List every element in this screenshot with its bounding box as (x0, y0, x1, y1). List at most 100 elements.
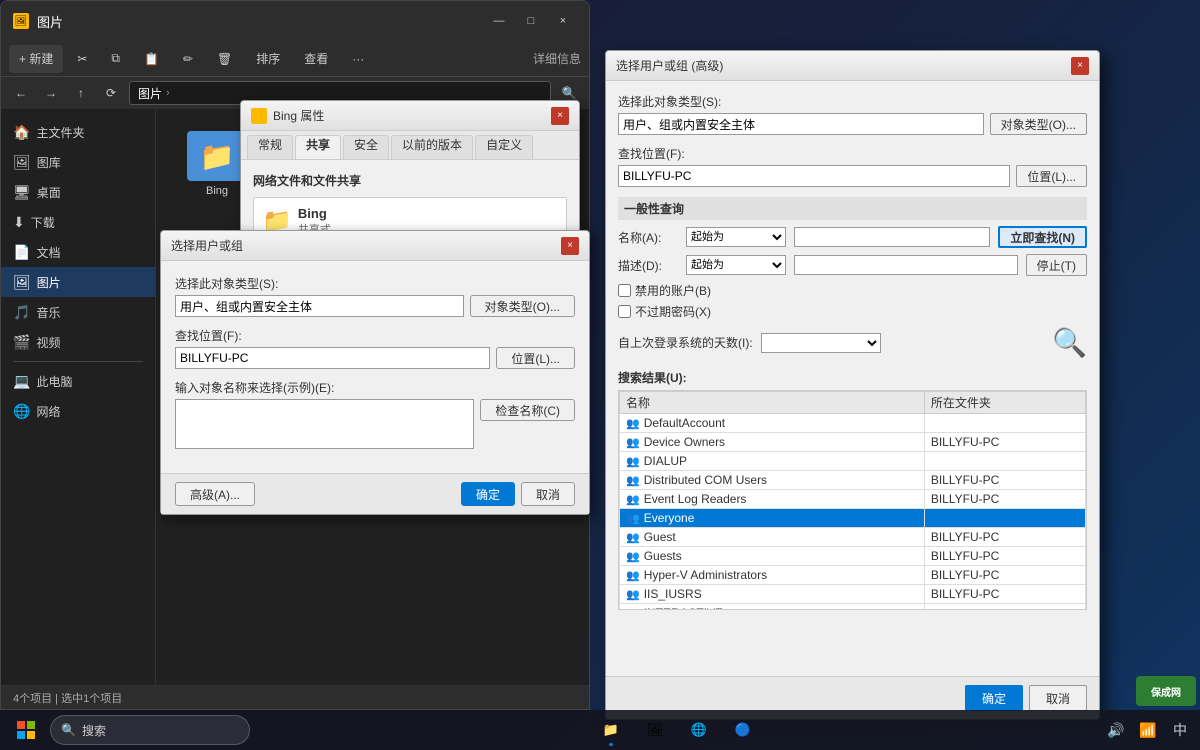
start-button[interactable] (8, 712, 44, 748)
advanced-title-bar: 选择用户或组 (高级) × (606, 51, 1099, 81)
sidebar-item-music[interactable]: 🎵 音乐 (1, 297, 155, 327)
location-button[interactable]: 位置(L)... (496, 347, 575, 369)
back-button[interactable]: ← (9, 81, 33, 105)
sharing-folder-name: Bing (298, 206, 331, 221)
table-row[interactable]: 👥GuestsBILLYFU-PC (620, 547, 1086, 566)
watermark: 保成网 (1136, 676, 1196, 706)
table-row[interactable]: 👥Distributed COM UsersBILLYFU-PC (620, 471, 1086, 490)
desc-filter-input[interactable] (794, 255, 1018, 275)
taskbar-app-photos[interactable]: 🖼 (635, 712, 675, 748)
table-row[interactable]: 👥GuestBILLYFU-PC (620, 528, 1086, 547)
select-user-title-bar: 选择用户或组 × (161, 231, 589, 261)
bing-props-close-button[interactable]: × (551, 107, 569, 125)
table-row[interactable]: 👥Event Log ReadersBILLYFU-PC (620, 490, 1086, 509)
time-icon[interactable]: 中 (1168, 718, 1192, 742)
table-row[interactable]: 👥Everyone (620, 509, 1086, 528)
desc-filter-label: 描述(D): (618, 257, 678, 274)
sort-button[interactable]: 排序 (246, 45, 290, 73)
object-type-button[interactable]: 对象类型(O)... (470, 295, 575, 317)
desc-filter-select[interactable]: 起始为 (686, 255, 786, 275)
disabled-accounts-checkbox[interactable] (618, 284, 631, 297)
sidebar-item-desktop[interactable]: 🖥 桌面 (1, 177, 155, 207)
tab-general[interactable]: 常规 (247, 135, 293, 159)
name-filter-input[interactable] (794, 227, 990, 247)
stop-button[interactable]: 停止(T) (1026, 254, 1087, 276)
network-sys-icon[interactable]: 🔊 (1104, 718, 1128, 742)
copy-button[interactable]: ⧉ (101, 45, 130, 73)
result-folder-cell (924, 414, 1085, 433)
adv-object-type-input[interactable] (618, 113, 984, 135)
no-expire-checkbox[interactable] (618, 305, 631, 318)
search-now-button[interactable]: 立即查找(N) (998, 226, 1087, 248)
sidebar-item-documents[interactable]: 📄 文档 (1, 237, 155, 267)
col-name-header: 名称 (620, 392, 925, 414)
more-button[interactable]: ··· (342, 45, 374, 73)
tab-security[interactable]: 安全 (343, 135, 389, 159)
object-type-label: 选择此对象类型(S): (175, 275, 575, 292)
sidebar-item-network[interactable]: 🌐 网络 (1, 396, 155, 426)
sidebar-item-computer[interactable]: 💻 此电脑 (1, 366, 155, 396)
maximize-button[interactable]: □ (517, 11, 545, 31)
view-button[interactable]: 查看 (294, 45, 338, 73)
taskbar-app-explorer[interactable]: 📁 (591, 712, 631, 748)
select-user-close-button[interactable]: × (561, 237, 579, 255)
table-row[interactable]: 👥INTERACTIVE (620, 604, 1086, 611)
sidebar-item-label: 此电脑 (36, 373, 72, 390)
new-button[interactable]: + 新建 (9, 45, 63, 73)
result-name-cell: 👥Everyone (620, 509, 925, 528)
table-row[interactable]: 👥IIS_IUSRSBILLYFU-PC (620, 585, 1086, 604)
minimize-button[interactable]: — (485, 11, 513, 31)
paste-button[interactable]: 📋 (134, 45, 169, 73)
user-input-field[interactable] (175, 399, 474, 449)
table-row[interactable]: 👥DIALUP (620, 452, 1086, 471)
videos-icon: 🎬 (13, 334, 30, 351)
tab-previous-versions[interactable]: 以前的版本 (391, 135, 473, 159)
results-container[interactable]: 名称 所在文件夹 👥DefaultAccount👥Device OwnersBI… (618, 390, 1087, 610)
table-row[interactable]: 👥Device OwnersBILLYFU-PC (620, 433, 1086, 452)
taskbar-search-bar[interactable]: 🔍 搜索 (50, 715, 250, 745)
adv-location-input[interactable] (618, 165, 1010, 187)
location-input[interactable] (175, 347, 490, 369)
forward-button[interactable]: → (39, 81, 63, 105)
result-folder-cell: BILLYFU-PC (924, 528, 1085, 547)
table-row[interactable]: 👥DefaultAccount (620, 414, 1086, 433)
cut-button[interactable]: ✂ (67, 45, 97, 73)
result-name-cell: 👥Event Log Readers (620, 490, 925, 509)
tab-customize[interactable]: 自定义 (475, 135, 533, 159)
days-dropdown[interactable] (761, 333, 881, 353)
name-filter-select[interactable]: 起始为 (686, 227, 786, 247)
bing-folder-icon: 📁 (187, 131, 247, 181)
select-user-ok-button[interactable]: 确定 (461, 482, 515, 506)
taskbar-app-store[interactable]: 🔵 (723, 712, 763, 748)
photos-taskbar-icon: 🖼 (647, 722, 664, 738)
table-row[interactable]: 👥Hyper-V AdministratorsBILLYFU-PC (620, 566, 1086, 585)
adv-object-type-button[interactable]: 对象类型(O)... (990, 113, 1087, 135)
object-type-input[interactable] (175, 295, 464, 317)
sidebar-item-videos[interactable]: 🎬 视频 (1, 327, 155, 357)
select-user-cancel-button[interactable]: 取消 (521, 482, 575, 506)
no-expire-label: 不过期密码(X) (635, 303, 711, 320)
taskbar-app-edge[interactable]: 🌐 (679, 712, 719, 748)
sidebar-item-downloads[interactable]: ⬇ 下载 (1, 207, 155, 237)
check-name-button[interactable]: 检查名称(C) (480, 399, 575, 421)
advanced-cancel-button[interactable]: 取消 (1029, 685, 1087, 711)
advanced-close-button[interactable]: × (1071, 57, 1089, 75)
object-type-row: 对象类型(O)... (175, 295, 575, 317)
sidebar-item-pictures[interactable]: 🖼 图片 (1, 267, 155, 297)
result-name-cell: 👥Device Owners (620, 433, 925, 452)
advanced-ok-button[interactable]: 确定 (965, 685, 1023, 711)
refresh-button[interactable]: ⟳ (99, 81, 123, 105)
tab-share[interactable]: 共享 (295, 135, 341, 159)
up-button[interactable]: ↑ (69, 81, 93, 105)
close-button[interactable]: × (549, 11, 577, 31)
rename-button[interactable]: ✏ (173, 45, 203, 73)
adv-location-button[interactable]: 位置(L)... (1016, 165, 1087, 187)
advanced-button[interactable]: 高级(A)... (175, 482, 255, 506)
sidebar-item-gallery[interactable]: 🖼 图库 (1, 147, 155, 177)
result-folder-cell: BILLYFU-PC (924, 547, 1085, 566)
sidebar-item-label: 图片 (37, 274, 61, 291)
volume-sys-icon[interactable]: 📶 (1136, 718, 1160, 742)
result-name-cell: 👥Guests (620, 547, 925, 566)
sidebar-item-home[interactable]: 🏠 主文件夹 (1, 117, 155, 147)
delete-button[interactable]: 🗑 (207, 45, 242, 73)
